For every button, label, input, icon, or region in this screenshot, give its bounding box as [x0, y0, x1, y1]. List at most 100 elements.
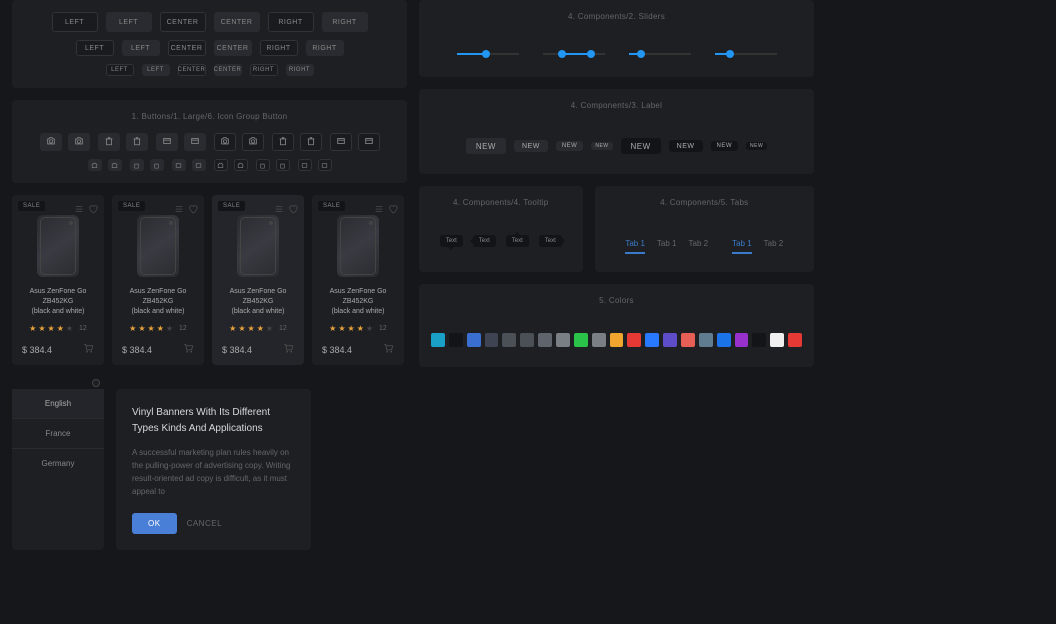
icon-button[interactable] — [330, 133, 352, 151]
icon-button[interactable] — [318, 159, 332, 171]
cart-icon[interactable] — [283, 341, 294, 359]
cart-icon[interactable] — [83, 341, 94, 359]
slider-single[interactable] — [715, 53, 777, 55]
button-left[interactable]: LEFT — [142, 64, 170, 76]
icon-button[interactable] — [184, 133, 206, 151]
color-swatch[interactable] — [538, 333, 552, 347]
list-icon[interactable] — [74, 201, 84, 211]
dropdown-toggle[interactable] — [92, 379, 100, 387]
cart-icon[interactable] — [383, 341, 394, 359]
icon-button[interactable] — [98, 133, 120, 151]
list-icon[interactable] — [274, 201, 284, 211]
icon-button[interactable] — [276, 159, 290, 171]
button-right[interactable]: RIGHT — [250, 64, 278, 76]
icon-button[interactable] — [88, 159, 102, 171]
icon-button[interactable] — [358, 133, 380, 151]
icon-button[interactable] — [256, 159, 270, 171]
icon-button[interactable] — [156, 133, 178, 151]
icon-button[interactable] — [126, 133, 148, 151]
color-swatch[interactable] — [681, 333, 695, 347]
lang-item-english[interactable]: English — [12, 389, 104, 419]
color-swatch[interactable] — [699, 333, 713, 347]
slider-thumb[interactable] — [726, 50, 734, 58]
color-swatch[interactable] — [574, 333, 588, 347]
button-center[interactable]: CENTER — [214, 64, 242, 76]
tab-1[interactable]: Tab 1 — [625, 235, 645, 252]
heart-icon[interactable] — [88, 201, 98, 211]
icon-button[interactable] — [150, 159, 164, 171]
button-right[interactable]: RIGHT — [322, 12, 368, 32]
heart-icon[interactable] — [188, 201, 198, 211]
tab-1[interactable]: Tab 1 — [732, 235, 752, 252]
icon-button[interactable] — [108, 159, 122, 171]
button-center[interactable]: CENTER — [178, 64, 206, 76]
button-right[interactable]: RIGHT — [268, 12, 314, 32]
button-center[interactable]: CENTER — [160, 12, 206, 32]
slider-thumb[interactable] — [482, 50, 490, 58]
button-left[interactable]: LEFT — [106, 12, 152, 32]
icon-button[interactable] — [214, 159, 228, 171]
product-card[interactable]: SALE Asus ZenFone Go ZB452KG(black and w… — [12, 195, 104, 365]
slider-single[interactable] — [457, 53, 519, 55]
tab-1[interactable]: Tab 1 — [657, 235, 677, 252]
icon-button[interactable] — [40, 133, 62, 151]
button-center[interactable]: CENTER — [214, 40, 252, 56]
color-swatch[interactable] — [788, 333, 802, 347]
icon-button[interactable] — [172, 159, 186, 171]
cart-icon[interactable] — [183, 341, 194, 359]
icon-button[interactable] — [68, 133, 90, 151]
color-swatch[interactable] — [592, 333, 606, 347]
color-swatch[interactable] — [467, 333, 481, 347]
icon-button[interactable] — [242, 133, 264, 151]
button-right[interactable]: RIGHT — [306, 40, 344, 56]
color-swatch[interactable] — [502, 333, 516, 347]
heart-icon[interactable] — [388, 201, 398, 211]
button-left[interactable]: LEFT — [106, 64, 134, 76]
product-card[interactable]: SALE Asus ZenFone Go ZB452KG(black and w… — [212, 195, 304, 365]
tab-2[interactable]: Tab 2 — [689, 235, 709, 252]
lang-item-france[interactable]: France — [12, 419, 104, 449]
icon-button[interactable] — [300, 133, 322, 151]
color-swatch[interactable] — [610, 333, 624, 347]
slider-thumb[interactable] — [637, 50, 645, 58]
color-swatch[interactable] — [645, 333, 659, 347]
slider-range[interactable] — [543, 53, 605, 55]
color-swatch[interactable] — [556, 333, 570, 347]
color-swatch[interactable] — [735, 333, 749, 347]
color-swatch[interactable] — [449, 333, 463, 347]
button-right[interactable]: RIGHT — [260, 40, 298, 56]
icon-button[interactable] — [214, 133, 236, 151]
button-right[interactable]: RIGHT — [286, 64, 314, 76]
tooltip: Text — [506, 235, 529, 247]
color-swatch[interactable] — [520, 333, 534, 347]
color-swatch[interactable] — [770, 333, 784, 347]
icon-button[interactable] — [192, 159, 206, 171]
color-swatch[interactable] — [485, 333, 499, 347]
slider-single[interactable] — [629, 53, 691, 55]
slider-thumb-low[interactable] — [558, 50, 566, 58]
lang-item-germany[interactable]: Germany — [12, 449, 104, 478]
cancel-button[interactable]: CANCEL — [187, 519, 222, 528]
icon-button[interactable] — [272, 133, 294, 151]
product-card[interactable]: SALE Asus ZenFone Go ZB452KG(black and w… — [312, 195, 404, 365]
button-center[interactable]: CENTER — [214, 12, 260, 32]
tab-2[interactable]: Tab 2 — [764, 235, 784, 252]
product-card[interactable]: SALE Asus ZenFone Go ZB452KG(black and w… — [112, 195, 204, 365]
ok-button[interactable]: OK — [132, 513, 177, 534]
color-swatch[interactable] — [431, 333, 445, 347]
list-icon[interactable] — [374, 201, 384, 211]
color-swatch[interactable] — [627, 333, 641, 347]
icon-button[interactable] — [130, 159, 144, 171]
button-left[interactable]: LEFT — [52, 12, 98, 32]
button-center[interactable]: CENTER — [168, 40, 206, 56]
heart-icon[interactable] — [288, 201, 298, 211]
color-swatch[interactable] — [752, 333, 766, 347]
list-icon[interactable] — [174, 201, 184, 211]
color-swatch[interactable] — [717, 333, 731, 347]
button-left[interactable]: LEFT — [122, 40, 160, 56]
icon-button[interactable] — [298, 159, 312, 171]
color-swatch[interactable] — [663, 333, 677, 347]
slider-thumb-high[interactable] — [587, 50, 595, 58]
icon-button[interactable] — [234, 159, 248, 171]
button-left[interactable]: LEFT — [76, 40, 114, 56]
